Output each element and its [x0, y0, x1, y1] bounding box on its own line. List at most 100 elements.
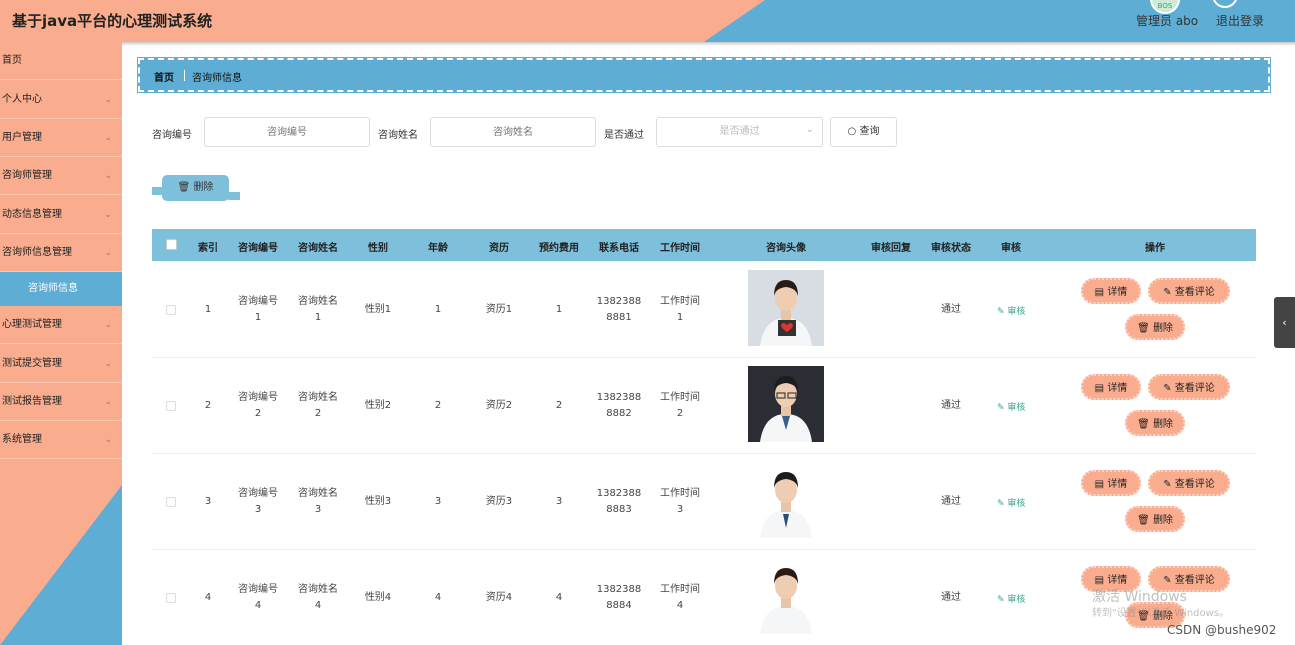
detail-button-label: 详情 — [1107, 383, 1128, 394]
code-cell-line: 2 — [254, 408, 262, 419]
trash-icon: 🗑 — [1137, 323, 1153, 334]
document-icon: ▤ — [1094, 575, 1108, 586]
sidebar-item-9[interactable]: 系统管理 ⌄ — [0, 421, 122, 459]
name-cell-line: 咨询姓名 — [298, 584, 338, 595]
age-cell-line: 4 — [434, 592, 442, 603]
worktime-cell-line: 3 — [676, 504, 684, 515]
audit-link[interactable]: ✎ 审核 — [997, 304, 1025, 317]
sidebar-item-2[interactable]: 用户管理 ⌄ — [0, 119, 122, 157]
gender-cell: 性别4 — [348, 590, 408, 606]
app-title: 基于java平台的心理测试系统 — [12, 12, 213, 30]
view-comments-button-label: 查看评论 — [1174, 575, 1215, 586]
phone-cell-line: 1382388 — [596, 296, 642, 307]
status-cell: 通过 — [921, 302, 981, 318]
age-cell-line: 3 — [434, 496, 442, 507]
row-checkbox[interactable] — [166, 401, 176, 411]
chevron-down-icon: ⌄ — [104, 171, 112, 181]
breadcrumb-home[interactable]: 首页 — [154, 69, 174, 84]
code-search-input[interactable] — [204, 117, 370, 147]
sidebar-item-6[interactable]: 心理测试管理 ⌄ — [0, 306, 122, 344]
sidebar-item-7[interactable]: 测试提交管理 ⌄ — [0, 345, 122, 383]
fee-cell: 1 — [529, 302, 589, 318]
detail-button[interactable]: ▤ 详情 — [1081, 374, 1141, 400]
qualification-cell-line: 资历3 — [485, 496, 513, 507]
gender-cell-line: 性别3 — [364, 496, 392, 507]
sidebar-item-label: 咨询师管理 — [2, 170, 52, 181]
worktime-cell-line: 2 — [676, 408, 684, 419]
column-header: 操作 — [1145, 243, 1165, 254]
name-search-input[interactable] — [430, 117, 596, 147]
status-cell-line: 通过 — [941, 400, 961, 411]
chevron-down-icon: ⌄ — [104, 248, 112, 258]
code-cell-line: 咨询编号 — [238, 584, 278, 595]
audit-link[interactable]: ✎ 审核 — [997, 400, 1025, 413]
index-cell: 1 — [188, 302, 228, 318]
name-cell-line: 3 — [314, 504, 322, 515]
counselor-avatar — [748, 462, 824, 538]
view-comments-button[interactable]: ✎ 查看评论 — [1148, 470, 1230, 496]
row-checkbox[interactable] — [166, 593, 176, 603]
phone-cell-line: 1382388 — [596, 584, 642, 595]
delete-button-label: 删除 — [1152, 515, 1173, 526]
audit-label: 审核 — [1007, 403, 1026, 413]
current-user[interactable]: 管理员 abo — [1136, 12, 1198, 29]
pass-select[interactable]: 是否通过 — [656, 117, 823, 147]
view-comments-button-label: 查看评论 — [1174, 287, 1215, 298]
trash-icon: 🗑 — [177, 182, 191, 193]
gender-cell-line: 性别4 — [364, 592, 392, 603]
breadcrumb: 首页 咨询师信息 — [137, 57, 1271, 93]
delete-button-label: 删除 — [1152, 323, 1173, 334]
sidebar-item-label: 首页 — [2, 55, 22, 66]
code-label: 咨询编号 — [152, 130, 192, 141]
sidebar-item-1[interactable]: 个人中心 ⌄ — [0, 81, 122, 119]
delete-button[interactable]: 🗑 删除 — [1125, 410, 1185, 436]
status-cell: 通过 — [921, 398, 981, 414]
delete-button[interactable]: 🗑 删除 — [1125, 314, 1185, 340]
worktime-cell-line: 1 — [676, 312, 684, 323]
chevron-down-icon: ⌄ — [104, 133, 112, 143]
fee-cell: 3 — [529, 494, 589, 510]
row-checkbox[interactable] — [166, 305, 176, 315]
chevron-down-icon: ⌄ — [104, 95, 112, 105]
sidebar-item-4[interactable]: 动态信息管理 ⌄ — [0, 196, 122, 234]
sidebar-item-0[interactable]: 首页 — [0, 42, 122, 80]
phone-cell-line: 1382388 — [596, 488, 642, 499]
status-cell-line: 通过 — [941, 304, 961, 315]
worktime-cell-line: 4 — [676, 600, 684, 611]
sidebar-item-8[interactable]: 测试报告管理 ⌄ — [0, 383, 122, 421]
header-shadow — [0, 42, 1295, 46]
logout-avatar-icon[interactable] — [1212, 0, 1238, 8]
table-row: 3 咨询编号 3 咨询姓名 3 性别3 3 资历3 3 1382388 8883 工作时间 3 通过 ✎ 审… — [152, 454, 1256, 550]
edit-icon: ✎ — [1163, 479, 1175, 490]
sidebar-subitem-counselor-info[interactable]: 咨询师信息 — [0, 272, 122, 306]
sidebar-item-3[interactable]: 咨询师管理 ⌄ — [0, 157, 122, 195]
collapse-handle[interactable]: ‹ — [1274, 297, 1295, 348]
gender-cell: 性别1 — [348, 302, 408, 318]
age-cell: 1 — [408, 302, 468, 318]
view-comments-button[interactable]: ✎ 查看评论 — [1148, 278, 1230, 304]
view-comments-button-label: 查看评论 — [1174, 479, 1215, 490]
phone-cell: 1382388 8883 — [589, 486, 649, 518]
index-cell: 4 — [188, 590, 228, 606]
row-checkbox[interactable] — [166, 497, 176, 507]
chevron-down-icon: ⌄ — [104, 359, 112, 369]
batch-delete-button[interactable]: 🗑 删除 — [162, 175, 229, 201]
query-button[interactable]: ○ 查询 — [830, 117, 897, 147]
delete-button[interactable]: 🗑 删除 — [1125, 506, 1185, 532]
edit-icon: ✎ — [1163, 287, 1175, 298]
audit-link[interactable]: ✎ 审核 — [997, 496, 1025, 509]
audit-link[interactable]: ✎ 审核 — [997, 592, 1025, 605]
qualification-cell-line: 资历4 — [485, 592, 513, 603]
detail-button[interactable]: ▤ 详情 — [1081, 278, 1141, 304]
chevron-down-icon: ⌄ — [104, 397, 112, 407]
logout-button[interactable]: 退出登录 — [1216, 12, 1264, 29]
phone-cell: 1382388 8884 — [589, 582, 649, 614]
view-comments-button[interactable]: ✎ 查看评论 — [1148, 374, 1230, 400]
gender-cell: 性别2 — [348, 398, 408, 414]
sidebar-item-label: 测试报告管理 — [2, 396, 62, 407]
sidebar-item-label: 心理测试管理 — [2, 319, 62, 330]
sidebar-item-5[interactable]: 咨询师信息管理 ⌄ — [0, 234, 122, 272]
column-header: 咨询头像 — [766, 243, 806, 254]
query-label: 查询 — [859, 126, 880, 137]
detail-button[interactable]: ▤ 详情 — [1081, 470, 1141, 496]
